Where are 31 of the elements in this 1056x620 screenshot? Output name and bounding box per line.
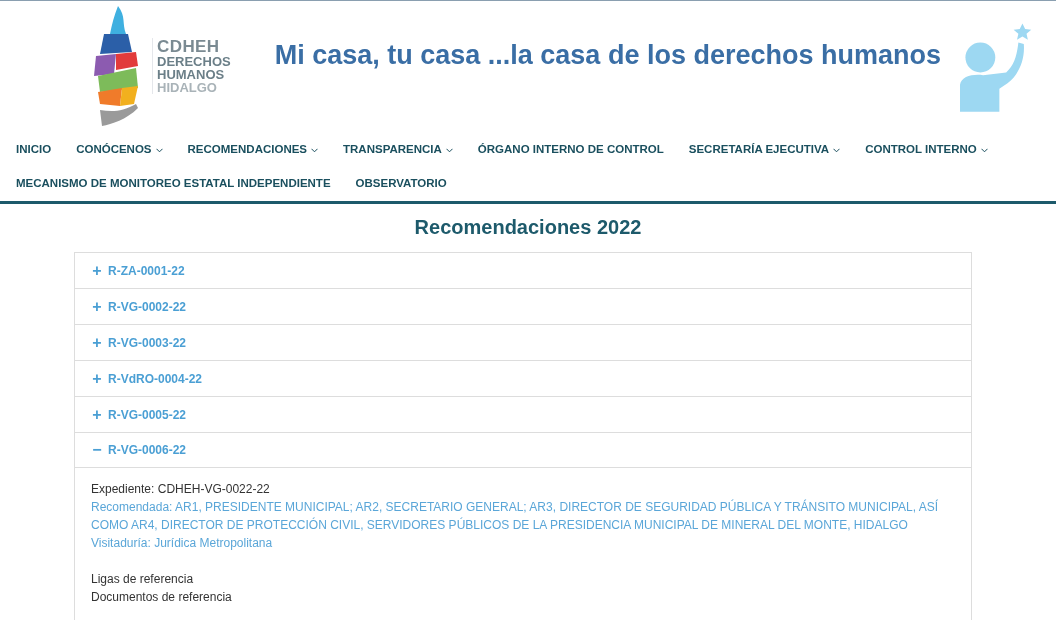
page-title: Recomendaciones 2022: [413, 215, 643, 240]
plus-icon: +: [91, 262, 103, 279]
logo-text: DERECHOS: [157, 55, 231, 68]
nav-link[interactable]: INICIO: [8, 133, 60, 167]
detail-text: Recomendada: AR1, PRESIDENTE MUNICIPAL; AR2, SECRETARIO GENERAL; AR3, DIRECTOR DE SEGURIDAD PÚBLICA Y TRÁNSITO MUNICIPAL, ASÍ COMO AR4, DIRECTOR DE PROTECCIÓN CIVIL, SERVIDORES PÚBLICOS DE LA PRESIDENCIA MUNICIPAL DE MINERAL DEL MONTE, HIDALGO: [91, 498, 940, 534]
chevron-down-icon: [980, 147, 988, 153]
nav-link[interactable]: MECANISMO DE MONITOREO ESTATAL INDEPENDIENTE: [8, 167, 339, 201]
nav-link[interactable]: RECOMENDACIONES: [179, 133, 327, 167]
detail-text: Documentos de referencia: [91, 589, 233, 606]
chevron-down-icon: [155, 147, 163, 153]
nav-link[interactable]: CONÓCENOS: [68, 133, 171, 167]
plus-icon: +: [91, 334, 103, 351]
minus-icon: −: [91, 442, 103, 458]
logo-text: HUMANOS: [157, 68, 226, 81]
logo-acronym: CDHEH: [157, 38, 221, 55]
plus-icon: +: [91, 406, 103, 423]
plus-icon: +: [91, 370, 103, 387]
nav-link[interactable]: CONTROL INTERNO: [857, 133, 996, 167]
tagline: Mi casa, tu casa ...la casa de los derechos humanos: [274, 38, 941, 72]
chevron-down-icon: [445, 147, 453, 153]
detail-text: Ligas de referencia: [91, 571, 195, 588]
logo-text: HIDALGO: [157, 81, 218, 94]
chevron-down-icon: [311, 147, 319, 153]
nav-link[interactable]: OBSERVATORIO: [347, 167, 455, 201]
detail-text: Expediente: CDHEH-VG-0022-22: [91, 481, 271, 498]
chevron-down-icon: [833, 147, 841, 153]
detail-text: Visitaduría: Jurídica Metropolitana: [91, 535, 274, 552]
nav-link[interactable]: ÓRGANO INTERNO DE CONTROL: [469, 133, 672, 167]
plus-icon: +: [91, 298, 103, 315]
nav-link[interactable]: SECRETARÍA EJECUTIVA: [680, 133, 849, 167]
nav-link[interactable]: TRANSPARENCIA: [335, 133, 461, 167]
